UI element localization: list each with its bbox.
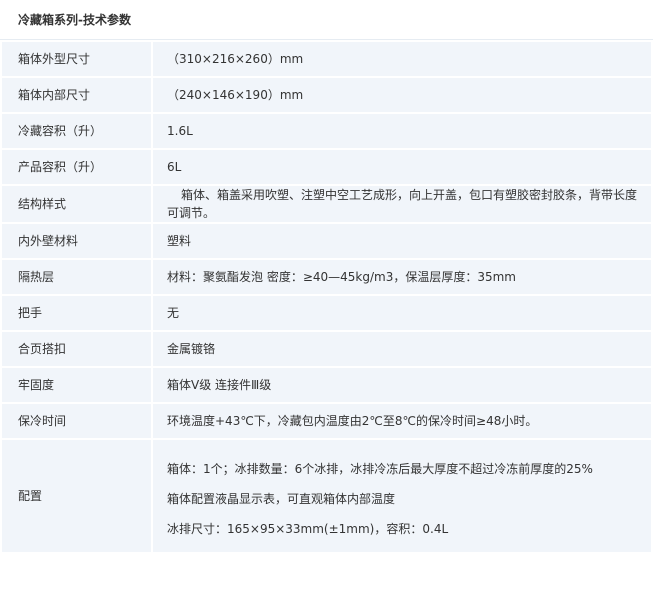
row-label: 箱体内部尺寸 bbox=[0, 76, 153, 114]
config-line: 冰排尺寸：165×95×33mm(±1mm)，容积：0.4L bbox=[167, 522, 449, 536]
config-line: 箱体：1个；冰排数量：6个冰排，冰排冷冻后最大厚度不超过冷冻前厚度的25% bbox=[167, 462, 593, 476]
table-title: 冷藏箱系列-技术参数 bbox=[0, 0, 653, 40]
row-label: 把手 bbox=[0, 294, 153, 332]
table-row: 内外壁材料 塑料 bbox=[0, 222, 653, 260]
row-label: 牢固度 bbox=[0, 366, 153, 404]
row-label: 结构样式 bbox=[0, 184, 153, 224]
row-value: （240×146×190）mm bbox=[151, 76, 653, 114]
row-label: 内外壁材料 bbox=[0, 222, 153, 260]
table-row: 把手 无 bbox=[0, 294, 653, 332]
row-label: 产品容积（升） bbox=[0, 148, 153, 186]
table-row: 合页搭扣 金属镀铬 bbox=[0, 330, 653, 368]
row-value: 环境温度+43℃下，冷藏包内温度由2℃至8℃的保冷时间≥48小时。 bbox=[151, 402, 653, 440]
table-row: 结构样式 箱体、箱盖采用吹塑、注塑中空工艺成形，向上开盖，包口有塑胶密封胶条，背… bbox=[0, 184, 653, 224]
config-value: 箱体：1个；冰排数量：6个冰排，冰排冷冻后最大厚度不超过冷冻前厚度的25% 箱体… bbox=[151, 438, 653, 554]
table-row: 产品容积（升） 6L bbox=[0, 148, 653, 186]
row-value: 箱体V级 连接件Ⅲ级 bbox=[151, 366, 653, 404]
row-value: 6L bbox=[151, 148, 653, 186]
row-value: 1.6L bbox=[151, 112, 653, 150]
row-value: 金属镀铬 bbox=[151, 330, 653, 368]
row-value: 箱体、箱盖采用吹塑、注塑中空工艺成形，向上开盖，包口有塑胶密封胶条，背带长度可调… bbox=[151, 184, 653, 224]
spec-table: 箱体外型尺寸 （310×216×260）mm 箱体内部尺寸 （240×146×1… bbox=[0, 40, 653, 554]
table-row-config: 配置 箱体：1个；冰排数量：6个冰排，冰排冷冻后最大厚度不超过冷冻前厚度的25%… bbox=[0, 438, 653, 554]
row-value: 无 bbox=[151, 294, 653, 332]
table-row: 牢固度 箱体V级 连接件Ⅲ级 bbox=[0, 366, 653, 404]
row-value: 材料：聚氨酯发泡 密度：≥40—45kg/m3，保温层厚度：35mm bbox=[151, 258, 653, 296]
table-row: 保冷时间 环境温度+43℃下，冷藏包内温度由2℃至8℃的保冷时间≥48小时。 bbox=[0, 402, 653, 440]
config-line: 箱体配置液晶显示表，可直观箱体内部温度 bbox=[167, 492, 396, 506]
table-row: 箱体内部尺寸 （240×146×190）mm bbox=[0, 76, 653, 114]
row-label: 合页搭扣 bbox=[0, 330, 153, 368]
row-value: 塑料 bbox=[151, 222, 653, 260]
row-label: 配置 bbox=[0, 438, 153, 554]
row-label: 冷藏容积（升） bbox=[0, 112, 153, 150]
row-value: （310×216×260）mm bbox=[151, 40, 653, 78]
table-row: 隔热层 材料：聚氨酯发泡 密度：≥40—45kg/m3，保温层厚度：35mm bbox=[0, 258, 653, 296]
row-label: 隔热层 bbox=[0, 258, 153, 296]
table-row: 冷藏容积（升） 1.6L bbox=[0, 112, 653, 150]
row-label: 保冷时间 bbox=[0, 402, 153, 440]
table-row: 箱体外型尺寸 （310×216×260）mm bbox=[0, 40, 653, 78]
row-label: 箱体外型尺寸 bbox=[0, 40, 153, 78]
